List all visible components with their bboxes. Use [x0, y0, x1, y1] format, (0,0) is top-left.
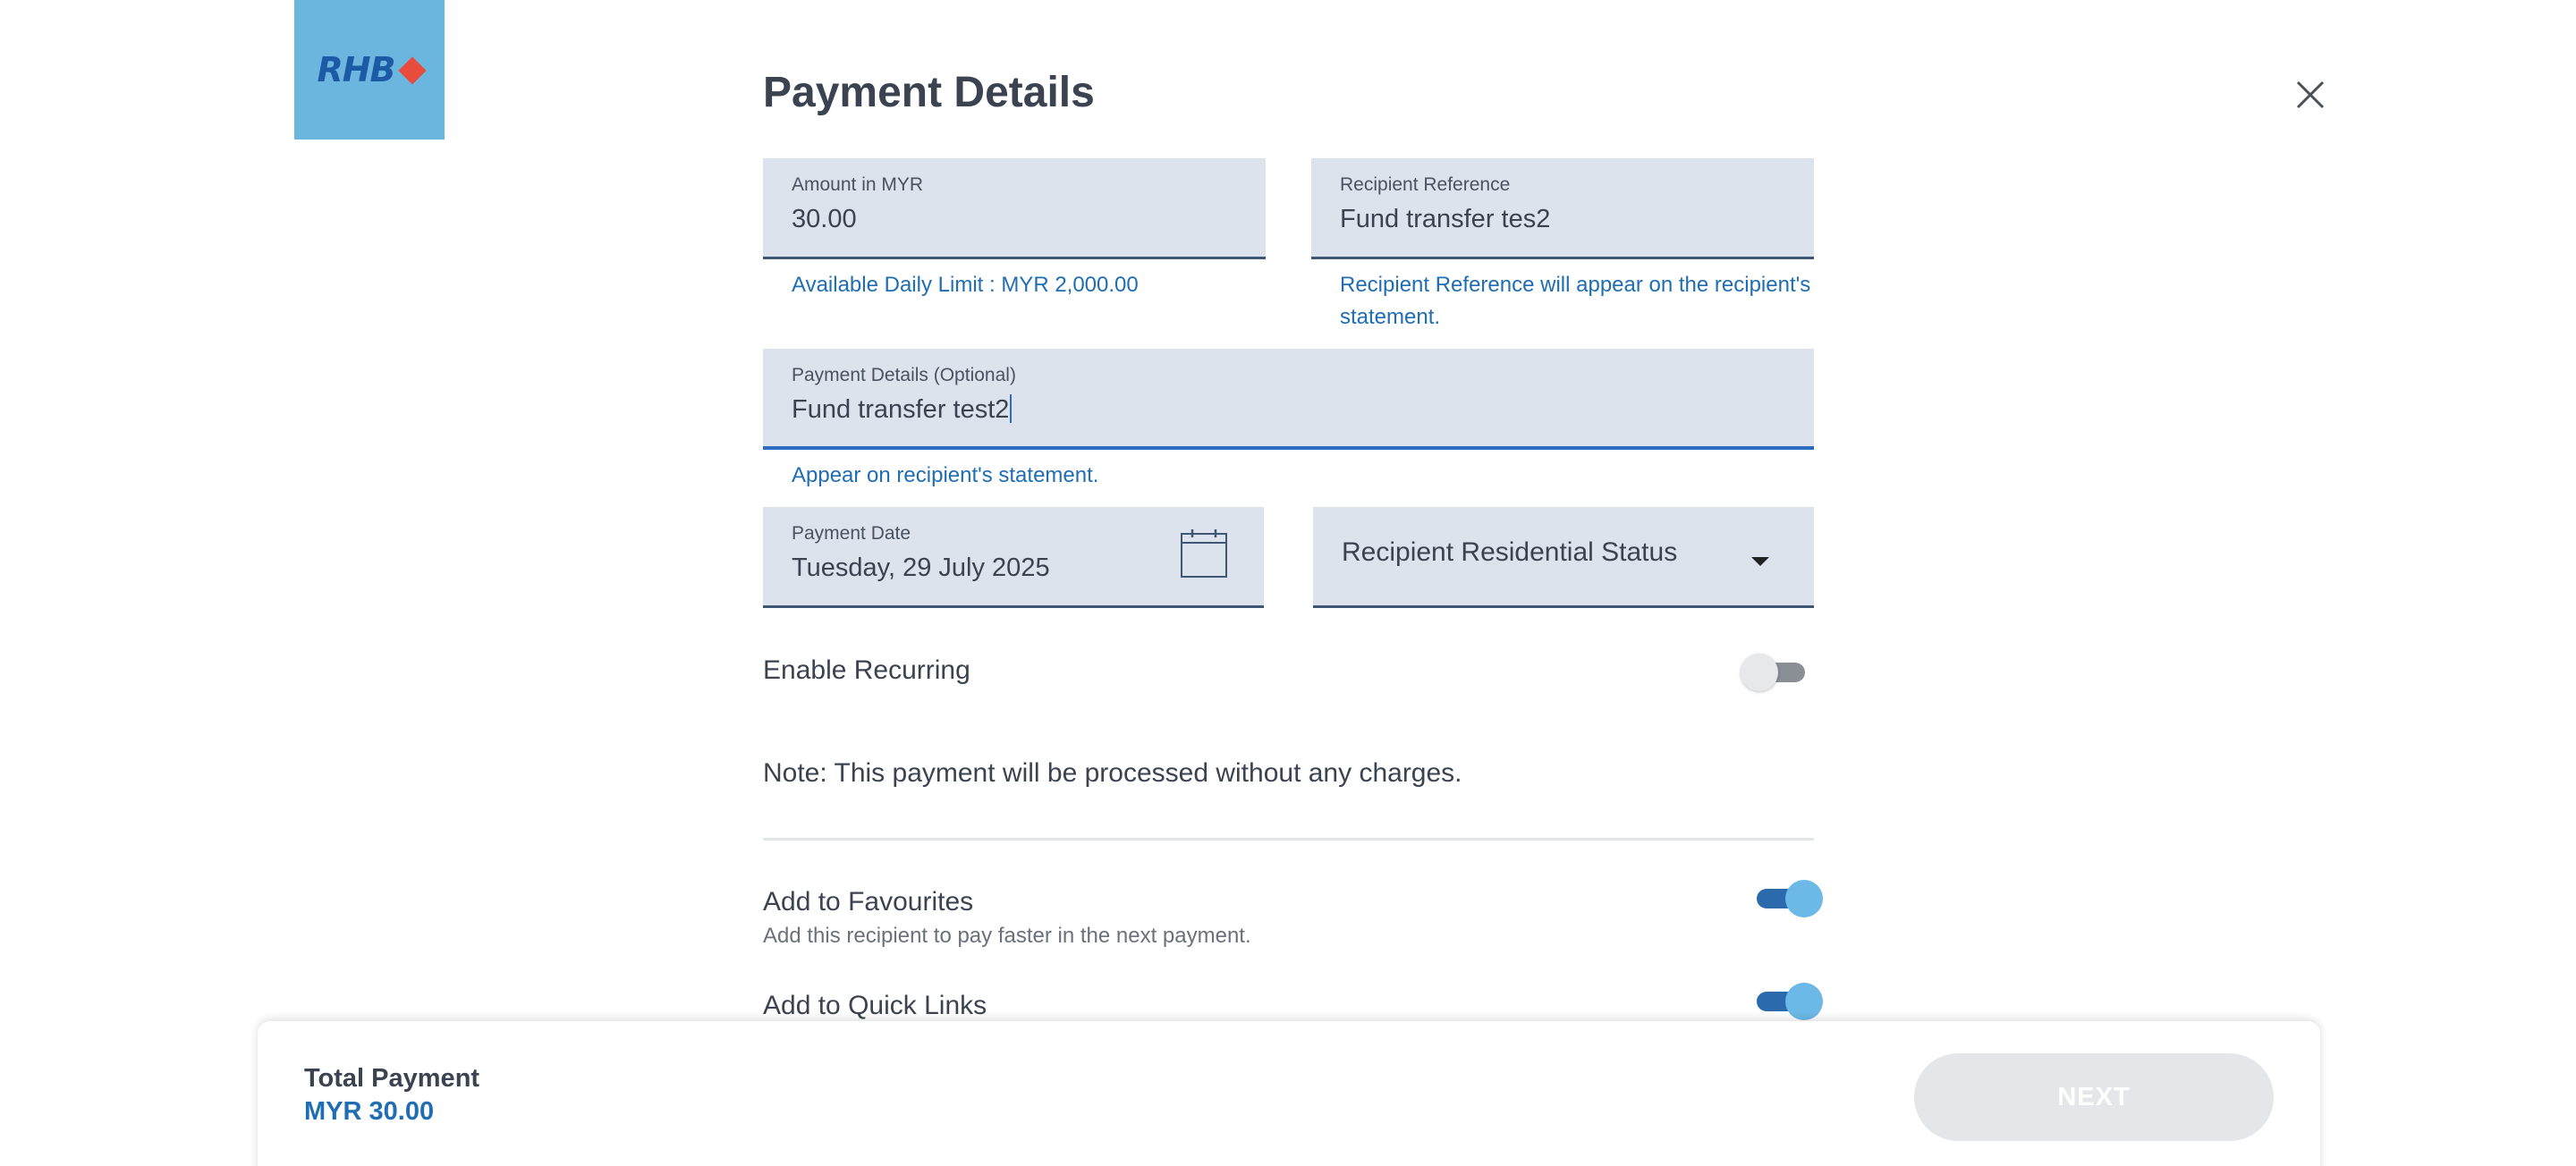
- recipient-reference-field[interactable]: Recipient Reference Fund transfer tes2: [1311, 158, 1814, 259]
- payment-details-value-wrap: Fund transfer test2: [792, 394, 1013, 425]
- toggle-knob: [1785, 880, 1823, 917]
- enable-recurring-toggle[interactable]: [1741, 652, 1809, 691]
- total-payment-amount: MYR 30.00: [304, 1097, 435, 1126]
- logo-mark: RHB: [317, 50, 427, 89]
- recipient-reference-label: Recipient Reference: [1340, 174, 1511, 195]
- add-quick-links-toggle[interactable]: [1753, 981, 1823, 1020]
- charges-note: Note: This payment will be processed wit…: [763, 758, 1462, 788]
- calendar-icon[interactable]: [1180, 528, 1228, 579]
- payment-details-page: RHB Payment Details Amount in MYR 30.00 …: [0, 0, 2576, 1166]
- chevron-down-icon: [1751, 557, 1769, 566]
- recipient-reference-helper-line1: Recipient Reference will appear on the r…: [1340, 273, 1811, 297]
- amount-field[interactable]: Amount in MYR 30.00: [763, 158, 1266, 259]
- payment-details-helper: Appear on recipient's statement.: [792, 463, 1099, 487]
- rhb-logo: RHB: [294, 0, 445, 139]
- payment-details-label: Payment Details (Optional): [792, 365, 1016, 385]
- add-favourites-sublabel: Add this recipient to pay faster in the …: [763, 924, 1251, 948]
- residential-status-select[interactable]: Recipient Residential Status: [1313, 507, 1814, 608]
- payment-details-value: Fund transfer test2: [792, 395, 1010, 424]
- payment-date-value: Tuesday, 29 July 2025: [792, 553, 1050, 582]
- toggle-knob: [1741, 654, 1778, 691]
- total-payment-label: Total Payment: [304, 1064, 480, 1093]
- recipient-reference-value: Fund transfer tes2: [1340, 205, 1551, 233]
- enable-recurring-label: Enable Recurring: [763, 655, 970, 685]
- logo-diamond-icon: [397, 56, 427, 85]
- recipient-reference-helper-line2: statement.: [1340, 305, 1441, 329]
- payment-footer: Total Payment MYR 30.00 NEXT: [258, 1021, 2320, 1166]
- payment-details-field[interactable]: Payment Details (Optional) Fund transfer…: [763, 349, 1814, 450]
- text-cursor: [1010, 394, 1013, 424]
- close-icon: [2296, 80, 2325, 109]
- toggle-knob: [1785, 983, 1823, 1020]
- amount-value: 30.00: [792, 205, 857, 233]
- daily-limit-helper: Available Daily Limit : MYR 2,000.00: [792, 273, 1139, 297]
- next-button[interactable]: NEXT: [1914, 1053, 2274, 1141]
- payment-date-field[interactable]: Payment Date Tuesday, 29 July 2025: [763, 507, 1264, 608]
- logo-text: RHB: [317, 50, 395, 89]
- recipient-reference-helper: Recipient Reference will appear on the r…: [1340, 269, 1810, 334]
- close-button[interactable]: [2294, 79, 2326, 111]
- payment-date-label: Payment Date: [792, 523, 911, 544]
- add-favourites-label: Add to Favourites: [763, 887, 974, 917]
- amount-label: Amount in MYR: [792, 174, 924, 195]
- section-divider: [763, 838, 1814, 841]
- add-quick-links-label: Add to Quick Links: [763, 991, 987, 1020]
- page-title: Payment Details: [763, 69, 1095, 116]
- add-favourites-toggle[interactable]: [1753, 878, 1823, 917]
- residential-status-placeholder: Recipient Residential Status: [1342, 537, 1678, 567]
